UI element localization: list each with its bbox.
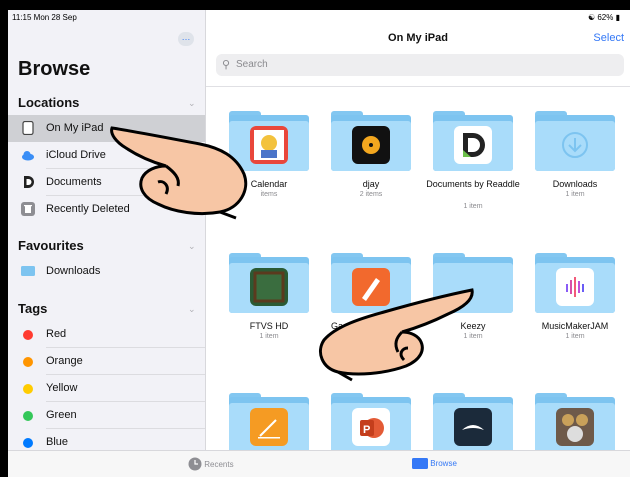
search-input[interactable]: ⚲ Search: [216, 54, 624, 76]
sidebar-item-tag-orange[interactable]: Orange: [8, 348, 205, 375]
tab-recents[interactable]: Recents: [188, 457, 234, 473]
chevron-down-icon[interactable]: ⌄: [188, 304, 196, 315]
status-time: 11:15 Mon 28 Sep: [12, 13, 77, 22]
sidebar-item-tag-red[interactable]: Red: [8, 321, 205, 348]
main-title: On My iPad: [388, 32, 448, 44]
tag-dot-icon: [23, 330, 33, 340]
pages-app-icon: [250, 408, 288, 446]
tag-dot-icon: [23, 357, 33, 367]
pointing-hand-illustration: [319, 288, 474, 382]
search-icon: ⚲: [222, 59, 231, 71]
ipad-icon: [21, 120, 35, 136]
icloud-icon: [21, 148, 35, 162]
documents-app-icon: [454, 126, 492, 164]
musicmaker-app-icon: [556, 268, 594, 306]
sidebar-item-tag-yellow[interactable]: Yellow: [8, 375, 205, 402]
tab-bar: Recents Browse: [8, 450, 630, 477]
device-bezel: 11:15 Mon 28 Sep … Browse Locations ⌄ On…: [0, 0, 630, 477]
chevron-down-icon[interactable]: ⌄: [188, 98, 196, 109]
wifi-icon: ☯: [587, 13, 596, 22]
tag-dot-icon: [23, 438, 33, 448]
sidebar: 11:15 Mon 28 Sep … Browse Locations ⌄ On…: [8, 10, 206, 450]
main-pane: ☯ 62% ▮ On My iPad Select ⚲ Search Calen…: [206, 10, 630, 453]
folder-icon: [412, 457, 428, 471]
bird-app-icon: [454, 408, 492, 446]
tab-browse[interactable]: Browse: [412, 457, 457, 471]
chevron-down-icon[interactable]: ⌄: [188, 241, 196, 252]
tag-dot-icon: [23, 411, 33, 421]
page-title: Browse: [18, 58, 91, 80]
pointing-hand-illustration: [110, 126, 248, 220]
download-arrow-icon: [556, 126, 594, 164]
favourites-header[interactable]: Favourites: [18, 238, 84, 253]
ftvs-app-icon: [250, 268, 288, 306]
sidebar-item-downloads[interactable]: Downloads: [8, 258, 205, 285]
tag-dot-icon: [23, 384, 33, 394]
locations-header[interactable]: Locations: [18, 95, 79, 110]
trash-icon: [21, 202, 35, 216]
drums-app-icon: [556, 408, 594, 446]
folder-icon: [21, 264, 35, 278]
documents-app-icon: [21, 175, 35, 189]
battery-indicator: ☯ 62% ▮: [587, 13, 620, 22]
more-button[interactable]: …: [178, 32, 194, 46]
clock-icon: [188, 457, 202, 473]
sidebar-item-tag-green[interactable]: Green: [8, 402, 205, 429]
tags-header[interactable]: Tags: [18, 301, 47, 316]
djay-app-icon: [352, 126, 390, 164]
ipad-screen: 11:15 Mon 28 Sep … Browse Locations ⌄ On…: [8, 10, 630, 477]
powerpoint-app-icon: P: [352, 408, 390, 446]
select-button[interactable]: Select: [593, 32, 624, 44]
battery-icon: ▮: [615, 13, 620, 22]
svg-text:P: P: [363, 424, 370, 436]
